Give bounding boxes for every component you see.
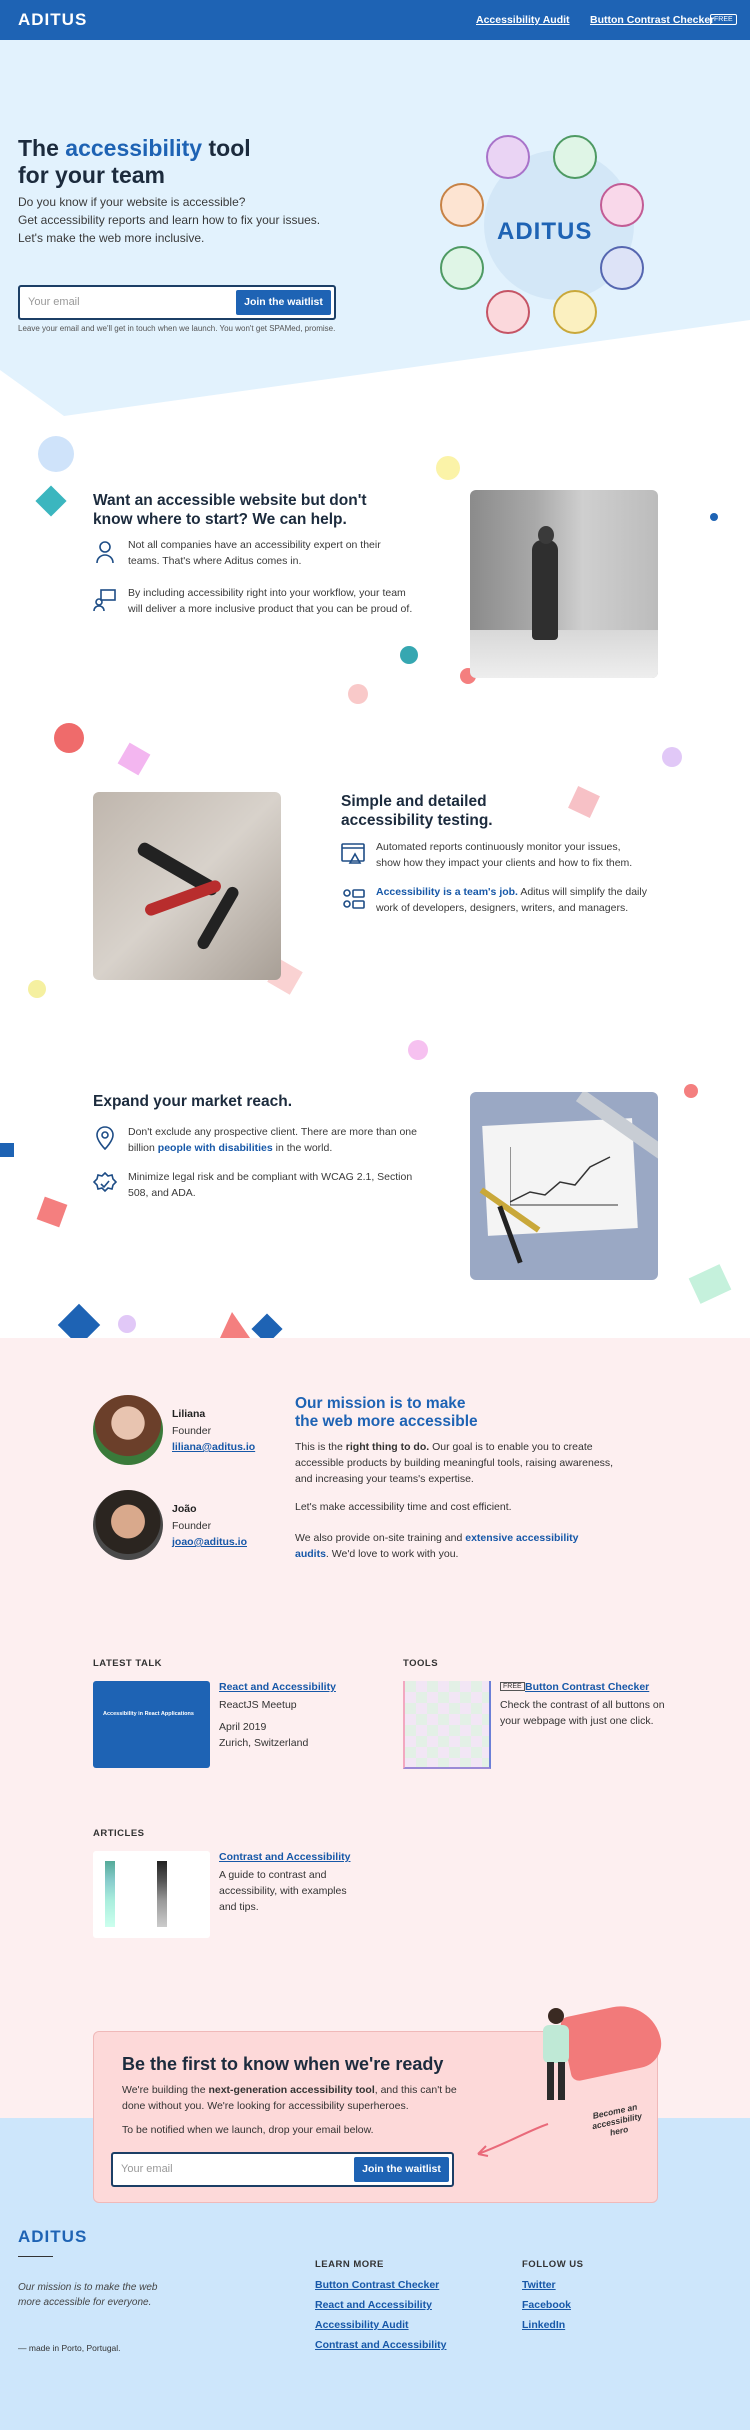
talk-event: ReactJS Meetup [219,1699,297,1711]
hero-subtitle: Do you know if your website is accessibl… [18,195,321,245]
expert-icon [96,541,114,564]
person-icon [486,290,530,334]
feature1-item-2: By including accessibility right into yo… [128,587,413,615]
follow-us-heading: FOLLOW US [522,2259,584,2270]
footer-made-in: — made in Porto, Portugal. [18,2343,121,2353]
talk-date: April 2019 [219,1721,267,1733]
tools-free-badge: FREE [500,1682,525,1691]
team-chat-icon [343,889,365,909]
feature2-title: Simple and detailed accessibility testin… [341,793,493,829]
footer-link-contrast-accessibility[interactable]: Contrast and Accessibility [315,2339,446,2351]
person-leaning-photo [470,490,658,678]
location-accessibility-icon [96,1126,114,1150]
header-logo[interactable]: ADITUS [18,10,87,30]
learn-more-heading: LEARN MORE [315,2259,384,2270]
articles-description: A guide to contrast and accessibility, w… [219,1869,347,1913]
contrast-accessibility-link[interactable]: Contrast and Accessibility [219,1851,350,1863]
team-member-name: Liliana [172,1408,206,1420]
cta-email-input[interactable]: Your email [121,2163,173,2175]
liliana-avatar [93,1395,163,1465]
hero-email-input[interactable]: Your email [28,296,80,308]
react-accessibility-link[interactable]: React and Accessibility [219,1681,336,1693]
joao-email-link[interactable]: joao@aditus.io [172,1536,247,1548]
contrast-checker-thumbnail[interactable] [403,1681,491,1769]
talk-place: Zurich, Switzerland [219,1737,309,1749]
linkedin-link[interactable]: LinkedIn [522,2319,565,2331]
feature3-title: Expand your market reach. [93,1093,292,1110]
contrast-article-thumbnail[interactable] [93,1851,210,1938]
team-member-name: João [172,1503,197,1515]
nav-accessibility-audit[interactable]: Accessibility Audit [476,14,570,26]
mission-paragraph-1: This is the right thing to do. Our goal … [295,1441,614,1485]
feature1-title: Want an accessible website but don't kno… [93,492,367,528]
twitter-link[interactable]: Twitter [522,2279,556,2291]
team-icon [93,589,116,612]
hero-logo: ADITUS [497,218,593,245]
person-icon [440,246,484,290]
footer-link-react-accessibility[interactable]: React and Accessibility [315,2299,432,2311]
footer-link-button-contrast-checker[interactable]: Button Contrast Checker [315,2279,439,2291]
cta-join-waitlist-button[interactable]: Join the waitlist [354,2157,449,2182]
joao-avatar [93,1490,163,1560]
mission-title: Our mission is to make the web more acce… [295,1395,478,1430]
person-icon [600,183,644,227]
cta-email-form: Your email Join the waitlist [111,2152,454,2187]
tools-description: Check the contrast of all buttons on you… [500,1699,665,1727]
team-job-link[interactable]: Accessibility is a team's job. [376,886,518,898]
top-header: ADITUS Accessibility Audit Button Contra… [0,0,750,40]
feature3-item-1: Don't exclude any prospective client. Th… [128,1126,417,1154]
hero-note: Leave your email and we'll get in touch … [18,324,336,333]
cta-paragraph-1: We're building the next-generation acces… [122,2084,457,2112]
person-icon [600,246,644,290]
talk-thumbnail[interactable]: Accessibility in React Applications [93,1681,210,1768]
tools-label: TOOLS [403,1658,439,1669]
team-member-role: Founder [172,1520,212,1532]
hero-title: The accessibility tool for your team [18,135,251,188]
feature1-item-1: Not all companies have an accessibility … [128,539,381,567]
mission-paragraph-2: Let's make accessibility time and cost e… [295,1501,512,1513]
liliana-email-link[interactable]: liliana@aditus.io [172,1441,255,1453]
cta-title: Be the first to know when we're ready [122,2054,444,2074]
report-warning-icon [341,843,365,864]
hero-email-form: Your email Join the waitlist [18,285,336,320]
cta-paragraph-2: To be notified when we launch, drop your… [122,2124,374,2136]
chart-drawing-photo [470,1092,658,1280]
footer-divider [18,2256,53,2257]
articles-label: ARTICLES [93,1828,145,1839]
footer-logo[interactable]: ADITUS [18,2227,87,2247]
facebook-link[interactable]: Facebook [522,2299,571,2311]
feature2-item-2: Accessibility is a team's job. Aditus wi… [376,886,647,914]
feature3-item-2: Minimize legal risk and be compliant wit… [128,1171,413,1199]
free-badge: FREE [710,14,737,25]
compliance-badge-icon [93,1172,117,1193]
team-member-role: Founder [172,1425,212,1437]
nav-button-contrast-checker[interactable]: Button Contrast Checker [590,14,714,26]
latest-talk-label: LATEST TALK [93,1658,162,1669]
button-contrast-checker-link[interactable]: Button Contrast Checker [525,1681,649,1693]
footer-link-accessibility-audit[interactable]: Accessibility Audit [315,2319,409,2331]
person-icon [440,183,484,227]
mission-paragraph-3: We also provide on-site training and ext… [295,1532,579,1560]
person-icon [553,290,597,334]
people-with-disabilities-link[interactable]: people with disabilities [158,1142,273,1154]
hero-join-waitlist-button[interactable]: Join the waitlist [236,290,331,315]
person-icon [553,135,597,179]
pliers-photo [93,792,281,980]
footer-tagline: Our mission is to make the web more acce… [18,2282,158,2308]
person-icon [486,135,530,179]
feature2-item-1: Automated reports continuously monitor y… [376,841,633,869]
